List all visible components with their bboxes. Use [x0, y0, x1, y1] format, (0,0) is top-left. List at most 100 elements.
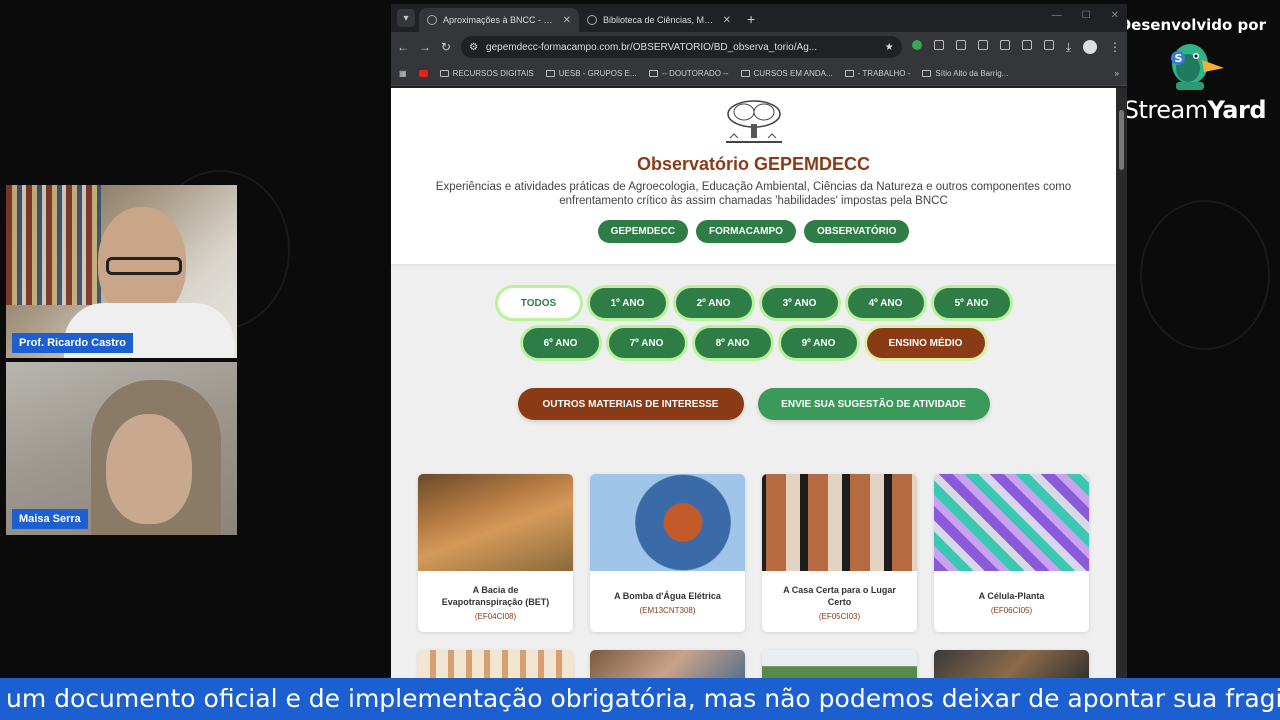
folder-icon	[545, 70, 555, 77]
extension-icon[interactable]	[933, 39, 944, 50]
bookmark-star-icon[interactable]: ★	[885, 42, 894, 53]
card-title: A Casa Certa para o Lugar Certo	[783, 585, 896, 607]
minimize-button[interactable]: —	[1052, 10, 1062, 21]
glasses	[106, 257, 182, 275]
bookmark-item[interactable]: -- DOUTORADO --	[648, 69, 729, 78]
person-head	[106, 414, 192, 524]
history-icon[interactable]	[999, 39, 1010, 50]
browser-tab-active[interactable]: Aproximações à BNCC - Observ... ✕	[419, 8, 579, 32]
activity-card[interactable]	[934, 650, 1089, 680]
filter-grade-5-button[interactable]: 5º ANO	[933, 288, 1010, 318]
activity-card[interactable]: A Bomba d'Água Elétrica (EM13CNT308)	[590, 474, 745, 632]
nav-formacampo-button[interactable]: FORMACAMPO	[696, 220, 796, 243]
window-controls: — ☐ ✕	[1052, 10, 1119, 21]
participant-name-tag: Maisa Serra	[12, 509, 88, 529]
card-code: (EF06CI05)	[990, 606, 1033, 615]
activity-card[interactable]	[590, 650, 745, 680]
tab-bar: ▾ Aproximações à BNCC - Observ... ✕ Bibl…	[391, 4, 1127, 32]
close-icon[interactable]: ✕	[563, 15, 571, 26]
participant-video-ricardo: Prof. Ricardo Castro	[6, 185, 237, 358]
svg-text:S: S	[1175, 52, 1183, 65]
card-title: A Célula-Planta	[978, 591, 1045, 601]
site-title: Observatório GEPEMDECC	[636, 154, 871, 174]
filter-ensino-medio-button[interactable]: ENSINO MÉDIO	[866, 328, 985, 358]
site-info-icon[interactable]: ⚙	[469, 42, 478, 53]
scrollbar-thumb[interactable]	[1119, 110, 1124, 170]
page-scrollbar[interactable]	[1116, 88, 1127, 680]
folder-icon	[648, 70, 658, 77]
nav-observatorio-button[interactable]: OBSERVATÓRIO	[803, 220, 910, 243]
site-header: Observatório GEPEMDECC Experiências e at…	[391, 88, 1116, 264]
bookmark-item[interactable]: Sítio Alto da Barrig...	[922, 69, 1008, 78]
extension-icon[interactable]	[1043, 39, 1054, 50]
more-bookmarks-icon[interactable]: »	[1115, 69, 1119, 78]
card-image	[934, 474, 1089, 571]
activity-cards: A Bacia de Evapotranspiração (BET) (EF04…	[418, 474, 1089, 632]
folder-icon	[439, 70, 449, 77]
activity-card[interactable]: A Casa Certa para o Lugar Certo (EF05CI0…	[762, 474, 917, 632]
tab-label: Aproximações à BNCC - Observ...	[443, 15, 557, 25]
extension-icons: ⤓ ⋮	[911, 39, 1121, 55]
filter-grade-7-button[interactable]: 7º ANO	[608, 328, 685, 358]
sidebar-icon[interactable]	[977, 39, 988, 50]
folder-icon	[740, 70, 750, 77]
activity-card[interactable]	[762, 650, 917, 680]
bookmarks-bar: ▦ RECURSOS DIGITAIS UESB - GRUPOS E... -…	[391, 62, 1127, 86]
card-title: A Bomba d'Água Elétrica	[614, 591, 721, 601]
suggest-activity-button[interactable]: ENVIE SUA SUGESTÃO DE ATIVIDADE	[757, 388, 990, 420]
close-window-button[interactable]: ✕	[1111, 10, 1119, 21]
extension-icon[interactable]	[911, 39, 922, 50]
streamyard-wordmark: StreamYard	[1123, 96, 1267, 124]
youtube-icon[interactable]	[418, 70, 428, 77]
bookmark-item[interactable]: CURSOS EM ANDA...	[740, 69, 833, 78]
activity-card[interactable]: A Célula-Planta (EF06CI05)	[934, 474, 1089, 632]
filter-grade-9-button[interactable]: 9º ANO	[780, 328, 857, 358]
filter-grade-1-button[interactable]: 1º ANO	[589, 288, 666, 318]
bookmark-item[interactable]: UESB - GRUPOS E...	[545, 69, 637, 78]
filter-grade-4-button[interactable]: 4º ANO	[847, 288, 924, 318]
globe-icon	[427, 15, 437, 25]
globe-icon	[587, 15, 597, 25]
activity-cards-row-2	[418, 650, 1089, 680]
filter-grade-2-button[interactable]: 2º ANO	[675, 288, 752, 318]
card-code: (EM13CNT308)	[639, 606, 696, 615]
bookmark-item[interactable]: - TRABALHO -	[844, 69, 910, 78]
back-arrow-icon[interactable]: ←	[397, 40, 409, 54]
new-tab-button[interactable]: +	[747, 11, 755, 27]
bookshelf	[6, 185, 101, 305]
filter-todos-button[interactable]: TODOS	[497, 288, 580, 318]
background-decoration	[1140, 200, 1270, 350]
participant-video-maisa: Maisa Serra	[6, 362, 237, 535]
nav-gepemdecc-button[interactable]: GEPEMDECC	[597, 220, 689, 243]
bookmark-item[interactable]: RECURSOS DIGITAIS	[439, 69, 534, 78]
tab-label: Biblioteca de Ciências, Meio Am...	[603, 15, 717, 25]
site-logo-tree-icon	[722, 88, 786, 143]
web-page: Observatório GEPEMDECC Experiências e at…	[391, 88, 1116, 680]
filter-grade-8-button[interactable]: 8º ANO	[694, 328, 771, 358]
activity-card[interactable]	[418, 650, 573, 680]
tab-search-button[interactable]: ▾	[397, 9, 415, 27]
streamyard-duck-logo: S	[1156, 38, 1226, 96]
folder-icon	[844, 70, 854, 77]
site-description: Experiências e atividades práticas de Ag…	[435, 181, 1072, 207]
card-code: (EF05CI03)	[818, 612, 861, 621]
reload-icon[interactable]: ↻	[441, 40, 451, 54]
address-bar[interactable]: ⚙ gepemdecc-formacampo.com.br/OBSERVATOR…	[461, 36, 902, 58]
filter-grade-3-button[interactable]: 3º ANO	[761, 288, 838, 318]
apps-grid-icon[interactable]: ▦	[399, 69, 407, 78]
profile-avatar[interactable]	[1083, 39, 1097, 54]
activity-card[interactable]: A Bacia de Evapotranspiração (BET) (EF04…	[418, 474, 573, 632]
forward-arrow-icon[interactable]: →	[419, 40, 431, 54]
menu-dots-icon[interactable]: ⋮	[1109, 40, 1121, 55]
extension-icon[interactable]	[955, 39, 966, 50]
developed-by-label: Desenvolvido por	[1118, 16, 1266, 34]
extension-icon[interactable]	[1021, 39, 1032, 50]
browser-toolbar: ← → ↻ ⚙ gepemdecc-formacampo.com.br/OBSE…	[391, 32, 1127, 62]
filter-grade-6-button[interactable]: 6º ANO	[522, 328, 599, 358]
other-materials-button[interactable]: OUTROS MATERIAIS DE INTERESSE	[517, 388, 744, 420]
close-icon[interactable]: ✕	[723, 15, 731, 26]
browser-tab[interactable]: Biblioteca de Ciências, Meio Am... ✕	[579, 8, 739, 32]
download-icon[interactable]: ⤓	[1066, 40, 1071, 55]
participant-name-tag: Prof. Ricardo Castro	[12, 333, 133, 353]
maximize-button[interactable]: ☐	[1082, 10, 1091, 21]
